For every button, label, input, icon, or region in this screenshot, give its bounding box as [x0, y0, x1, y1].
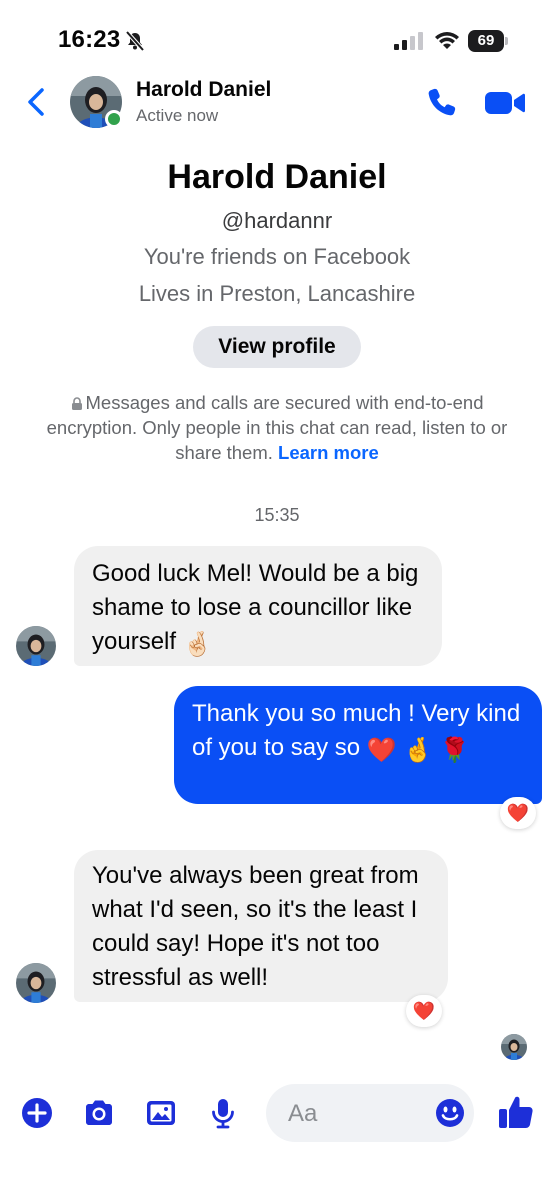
thumbs-up-icon[interactable] — [496, 1092, 536, 1132]
heart-reaction[interactable]: ❤️ — [406, 995, 442, 1027]
message-timestamp: 15:35 — [254, 505, 300, 525]
contact-name[interactable]: Harold Daniel — [136, 78, 271, 102]
outgoing-message[interactable]: Thank you so much ! Very kind of you to … — [174, 686, 542, 804]
encryption-notice: Messages and calls are secured with end-… — [26, 390, 528, 465]
message-text: Good luck Mel! Would be a big shame to l… — [92, 560, 419, 655]
fingers-crossed-emoji: 🤞🏻 — [182, 631, 213, 658]
home-indicator-area — [0, 1150, 554, 1200]
avatar[interactable] — [16, 626, 56, 666]
encryption-text: Messages and calls are secured with end-… — [46, 392, 508, 463]
avatar[interactable] — [16, 963, 56, 1003]
message-text: You've always been great from what I'd s… — [92, 862, 419, 991]
seen-avatar — [501, 1034, 527, 1060]
bell-slash-icon — [125, 30, 145, 52]
cellular-signal-icon — [394, 32, 423, 50]
battery-icon: 69 — [468, 30, 508, 52]
message-input-placeholder: Aa — [288, 1100, 318, 1127]
chat-header: Harold Daniel Active now — [0, 70, 554, 136]
profile-name: Harold Daniel — [167, 158, 387, 196]
phone-icon[interactable] — [426, 86, 458, 118]
message-composer: Aa — [0, 1080, 554, 1150]
profile-location: Lives in Preston, Lancashire — [138, 281, 416, 306]
microphone-icon[interactable] — [206, 1096, 240, 1130]
learn-more-link[interactable]: Learn more — [278, 442, 379, 463]
status-bar: 16:23 69 — [0, 0, 554, 70]
incoming-message[interactable]: Good luck Mel! Would be a big shame to l… — [74, 546, 442, 666]
message-text: Thank you so much ! Very kind of you to … — [192, 700, 521, 761]
status-time: 16:23 — [58, 26, 121, 53]
heart-fingers-crossed-emoji: ❤️ 🤞 — [366, 737, 434, 764]
friendship-status: You're friends on Facebook — [143, 244, 411, 269]
camera-icon[interactable] — [82, 1096, 116, 1130]
rose-emoji: 🌹 — [439, 737, 470, 764]
plus-circle-icon[interactable] — [20, 1096, 54, 1130]
heart-reaction[interactable]: ❤️ — [500, 797, 536, 829]
video-camera-icon[interactable] — [484, 88, 526, 118]
smiley-icon[interactable] — [434, 1097, 466, 1129]
lock-icon — [71, 397, 82, 410]
active-status: Active now — [136, 106, 219, 125]
incoming-message[interactable]: You've always been great from what I'd s… — [74, 850, 448, 1002]
wifi-icon — [435, 32, 459, 49]
gallery-icon[interactable] — [144, 1096, 178, 1130]
message-input[interactable]: Aa — [266, 1084, 474, 1142]
view-profile-button[interactable]: View profile — [193, 326, 361, 368]
online-indicator — [105, 110, 123, 128]
back-chevron-icon[interactable] — [22, 84, 52, 120]
battery-level: 69 — [468, 30, 504, 52]
profile-handle: @hardannr — [221, 208, 333, 233]
